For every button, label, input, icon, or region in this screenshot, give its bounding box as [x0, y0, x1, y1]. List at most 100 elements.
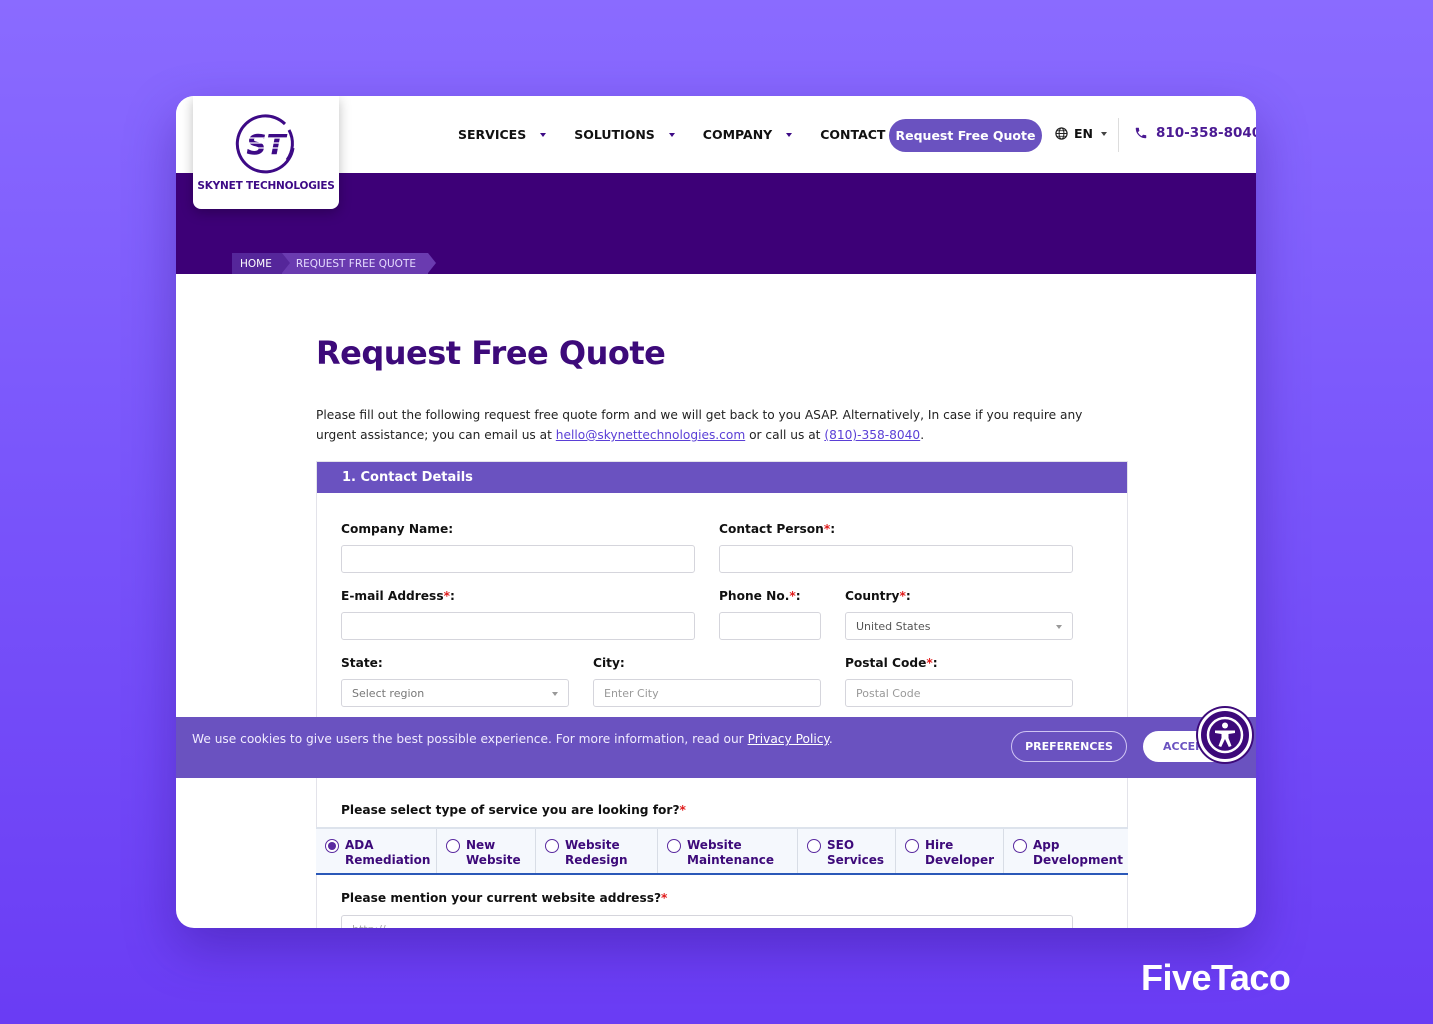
- nav-label: SOLUTIONS: [574, 127, 655, 142]
- label-line: Website: [466, 853, 521, 867]
- nav-label: COMPANY: [702, 127, 773, 142]
- phone-link[interactable]: (810)-358-8040: [824, 428, 920, 442]
- header-phone-link[interactable]: 810-358-8040: [1134, 125, 1256, 141]
- service-option-seo-services[interactable]: SEO Services: [798, 829, 896, 873]
- radio-icon[interactable]: [905, 839, 919, 853]
- postal-code-input[interactable]: Postal Code: [845, 679, 1073, 707]
- postal-code-label: Postal Code*:: [845, 656, 938, 670]
- company-name-input[interactable]: [341, 545, 695, 573]
- email-link[interactable]: hello@skynettechnologies.com: [556, 428, 745, 442]
- label-text: Contact Person: [719, 522, 824, 536]
- language-selector[interactable]: EN: [1055, 126, 1108, 141]
- phone-icon: [1135, 127, 1147, 139]
- label-suffix: :: [905, 589, 911, 603]
- service-option-app-development[interactable]: App Development: [1004, 829, 1128, 873]
- contact-person-input[interactable]: [719, 545, 1073, 573]
- label-line: Maintenance: [687, 853, 775, 867]
- nav-item-solutions[interactable]: SOLUTIONS: [574, 127, 675, 142]
- cookie-preferences-button[interactable]: PREFERENCES: [1011, 731, 1127, 762]
- svg-text:ST: ST: [246, 128, 287, 161]
- service-option-new-website[interactable]: New Website: [437, 829, 536, 873]
- question-text: Please mention your current website addr…: [341, 891, 662, 905]
- cookie-text: We use cookies to give users the best po…: [192, 732, 748, 746]
- nav-item-company[interactable]: COMPANY: [702, 127, 793, 142]
- service-option-website-redesign[interactable]: Website Redesign: [536, 829, 658, 873]
- section-header-contact-details: 1. Contact Details: [317, 462, 1127, 493]
- radio-icon[interactable]: [446, 839, 460, 853]
- service-option-ada-remediation[interactable]: ADA Remediation: [316, 829, 437, 873]
- caret-down-icon: [552, 692, 558, 696]
- phone-input[interactable]: [719, 612, 821, 640]
- country-label: Country*:: [845, 589, 911, 603]
- cookie-message: We use cookies to give users the best po…: [192, 732, 833, 746]
- label-line: Hire: [925, 838, 954, 852]
- service-label: Hire Developer: [925, 838, 994, 868]
- caret-down-icon: [1056, 625, 1062, 629]
- label-line: Remediation: [345, 853, 431, 867]
- globe-icon: [1055, 127, 1068, 140]
- required-asterisk: *: [661, 891, 668, 905]
- label-suffix: :: [830, 522, 836, 536]
- logo[interactable]: ST SKYNET TECHNOLOGIES: [193, 96, 339, 209]
- accessibility-widget-button[interactable]: [1198, 708, 1252, 762]
- label-line: Developer: [925, 853, 995, 867]
- language-label: EN: [1074, 126, 1094, 141]
- radio-icon[interactable]: [667, 839, 681, 853]
- required-asterisk: *: [679, 803, 686, 817]
- page-title: Request Free Quote: [316, 334, 666, 372]
- label-suffix: :: [449, 589, 455, 603]
- logo-text: SKYNET TECHNOLOGIES: [197, 180, 335, 192]
- city-label: City:: [593, 656, 625, 670]
- label-line: Website: [565, 838, 620, 852]
- radio-icon[interactable]: [545, 839, 559, 853]
- label-text: E-mail Address: [341, 589, 444, 603]
- label-suffix: :: [932, 656, 938, 670]
- city-input[interactable]: Enter City: [593, 679, 821, 707]
- cookie-banner: We use cookies to give users the best po…: [176, 717, 1256, 778]
- service-option-hire-developer[interactable]: Hire Developer: [896, 829, 1004, 873]
- label-line: SEO: [827, 838, 855, 852]
- website-address-input[interactable]: http://: [341, 915, 1073, 928]
- request-free-quote-button[interactable]: Request Free Quote: [889, 119, 1042, 152]
- label-text: Country: [845, 589, 900, 603]
- radio-selected-icon[interactable]: [325, 839, 339, 853]
- radio-icon[interactable]: [807, 839, 821, 853]
- browser-page: ST SKYNET TECHNOLOGIES SERVICES SOLUTION…: [176, 96, 1256, 928]
- breadcrumb-home[interactable]: HOME: [232, 253, 290, 274]
- intro-text: Please fill out the following request fr…: [316, 405, 1096, 445]
- intro-end: .: [920, 428, 925, 442]
- label-text: Postal Code: [845, 656, 927, 670]
- label-line: App: [1033, 838, 1060, 852]
- privacy-policy-link[interactable]: Privacy Policy: [748, 732, 829, 746]
- state-select[interactable]: Select region: [341, 679, 569, 707]
- skynet-logo-icon: ST: [235, 114, 295, 174]
- company-name-label: Company Name:: [341, 522, 454, 536]
- question-text: Please select type of service you are lo…: [341, 803, 680, 817]
- caret-down-icon: [786, 132, 793, 137]
- caret-down-icon: [540, 132, 547, 137]
- cookie-text-end: .: [828, 732, 833, 746]
- service-label: New Website: [466, 838, 521, 868]
- contact-person-label: Contact Person*:: [719, 522, 835, 536]
- site-header: ST SKYNET TECHNOLOGIES SERVICES SOLUTION…: [176, 96, 1256, 209]
- service-label: ADA Remediation: [345, 838, 430, 868]
- fivetaco-watermark: FiveTaco: [1141, 957, 1291, 998]
- radio-icon[interactable]: [1013, 839, 1027, 853]
- service-label: SEO Services: [827, 838, 884, 868]
- nav-label: SERVICES: [458, 127, 527, 142]
- website-question: Please mention your current website addr…: [341, 891, 667, 905]
- state-placeholder: Select region: [352, 686, 425, 700]
- divider: [1118, 118, 1119, 152]
- service-label: Website Maintenance: [687, 838, 774, 868]
- label-line: Redesign: [565, 853, 628, 867]
- country-value: United States: [856, 619, 931, 633]
- breadcrumb: HOME REQUEST FREE QUOTE: [232, 253, 437, 274]
- country-select[interactable]: United States: [845, 612, 1073, 640]
- state-label: State:: [341, 656, 383, 670]
- nav-item-services[interactable]: SERVICES: [458, 127, 547, 142]
- service-question: Please select type of service you are lo…: [341, 803, 686, 817]
- email-input[interactable]: [341, 612, 695, 640]
- service-option-website-maintenance[interactable]: Website Maintenance: [658, 829, 798, 873]
- accessibility-icon: [1206, 716, 1244, 754]
- service-label: Website Redesign: [565, 838, 628, 868]
